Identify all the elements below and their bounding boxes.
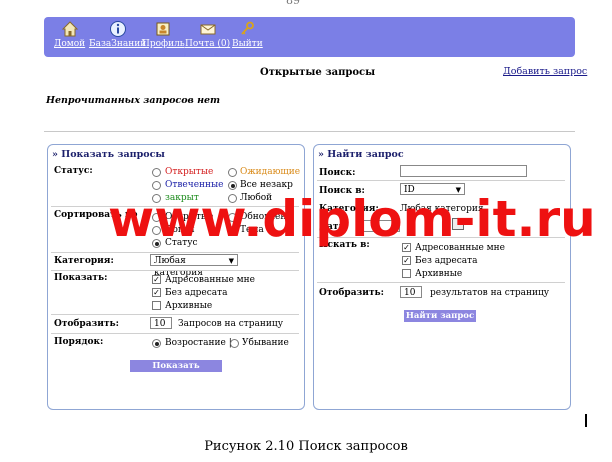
add-request-link[interactable]: Добавить запрос xyxy=(503,66,587,77)
nav-knowledge-base-label: БазаЗнаний xyxy=(89,39,147,49)
profile-icon xyxy=(156,22,170,36)
order-radio-asc[interactable] xyxy=(152,339,161,348)
show-unassigned-label: Без адресата xyxy=(165,288,228,298)
page-number: 89 xyxy=(286,0,300,7)
show-label: Показать: xyxy=(54,273,108,283)
find-request-button[interactable]: Найти запрос xyxy=(404,310,476,322)
search-label: Поиск: xyxy=(319,168,356,178)
status-radio-open[interactable] xyxy=(152,168,161,177)
top-navbar: Домой БазаЗнаний Профиль Почта (0) Выйти xyxy=(44,17,575,57)
status-all-open-label: Все незакр xyxy=(240,180,293,190)
nav-mail-label: Почта (0) xyxy=(185,39,231,49)
page-title: Открытые запросы xyxy=(260,67,376,78)
status-radio-waiting[interactable] xyxy=(228,168,237,177)
category-select[interactable]: Любая категория ▼ xyxy=(150,254,238,278)
look-unassigned-checkbox[interactable]: ✓ xyxy=(402,256,411,265)
nav-knowledge-base[interactable]: БазаЗнаний xyxy=(89,20,146,49)
show-requests-button[interactable]: Показать запросы xyxy=(130,360,222,383)
order-label: Порядок: xyxy=(54,337,104,347)
order-desc-label: Убывание xyxy=(242,338,289,348)
find-display-label: Отобразить: xyxy=(319,288,384,298)
order-asc-label: Возростание | xyxy=(165,338,232,348)
show-archived-checkbox[interactable] xyxy=(152,301,161,310)
find-panel-title: » Найти запрос xyxy=(318,149,404,160)
find-display-suffix: результатов на страницу xyxy=(430,288,550,298)
info-icon xyxy=(109,21,126,37)
status-answered-label: Отвеченные xyxy=(165,180,224,190)
show-archived-label: Архивные xyxy=(165,301,213,311)
chevron-down-icon: ▼ xyxy=(228,257,234,265)
divider xyxy=(317,180,565,181)
display-suffix: Запросов на страницу xyxy=(178,319,283,329)
show-panel-title: » Показать запросы xyxy=(52,149,165,160)
mail-icon xyxy=(200,24,216,35)
status-radio-answered[interactable] xyxy=(152,181,161,190)
look-archived-label: Архивные xyxy=(415,269,463,279)
find-display-count-input[interactable]: 10 xyxy=(400,286,422,298)
look-archived-checkbox[interactable] xyxy=(402,269,411,278)
divider xyxy=(51,333,299,334)
nav-home-label: Домой xyxy=(54,39,86,49)
divider xyxy=(51,314,299,315)
category-label: Категория: xyxy=(54,256,114,266)
show-assigned-checkbox[interactable]: ✓ xyxy=(152,275,161,284)
divider xyxy=(51,270,299,271)
status-label: Статус: xyxy=(54,166,93,176)
display-count-input[interactable]: 10 xyxy=(150,317,172,329)
status-radio-all-open[interactable] xyxy=(228,181,237,190)
display-label: Отобразить: xyxy=(54,319,119,329)
key-icon xyxy=(241,21,255,35)
divider xyxy=(51,252,299,253)
status-open-label: Открытые xyxy=(165,167,214,177)
show-assigned-label: Адресованные мне xyxy=(165,275,256,285)
look-unassigned-label: Без адресата xyxy=(415,256,478,266)
search-input[interactable] xyxy=(400,165,527,177)
no-unread-notice: Непрочитанных запросов нет xyxy=(46,95,221,106)
status-waiting-label: Ожидающие xyxy=(240,167,301,177)
order-radio-desc[interactable] xyxy=(230,339,239,348)
divider xyxy=(44,131,575,132)
nav-profile-label: Профиль xyxy=(142,39,185,49)
watermark: www.diplom-it.ru xyxy=(108,190,596,248)
nav-logout-label: Выйти xyxy=(232,39,263,49)
text-cursor-mark xyxy=(585,414,587,427)
figure-caption: Рисунок 2.10 Поиск запросов xyxy=(204,439,408,454)
nav-home[interactable]: Домой xyxy=(54,20,85,49)
nav-mail[interactable]: Почта (0) xyxy=(185,20,230,49)
divider xyxy=(317,282,565,283)
show-unassigned-checkbox[interactable]: ✓ xyxy=(152,288,161,297)
nav-logout[interactable]: Выйти xyxy=(232,20,263,49)
nav-profile[interactable]: Профиль xyxy=(142,20,185,49)
home-icon xyxy=(61,21,78,37)
